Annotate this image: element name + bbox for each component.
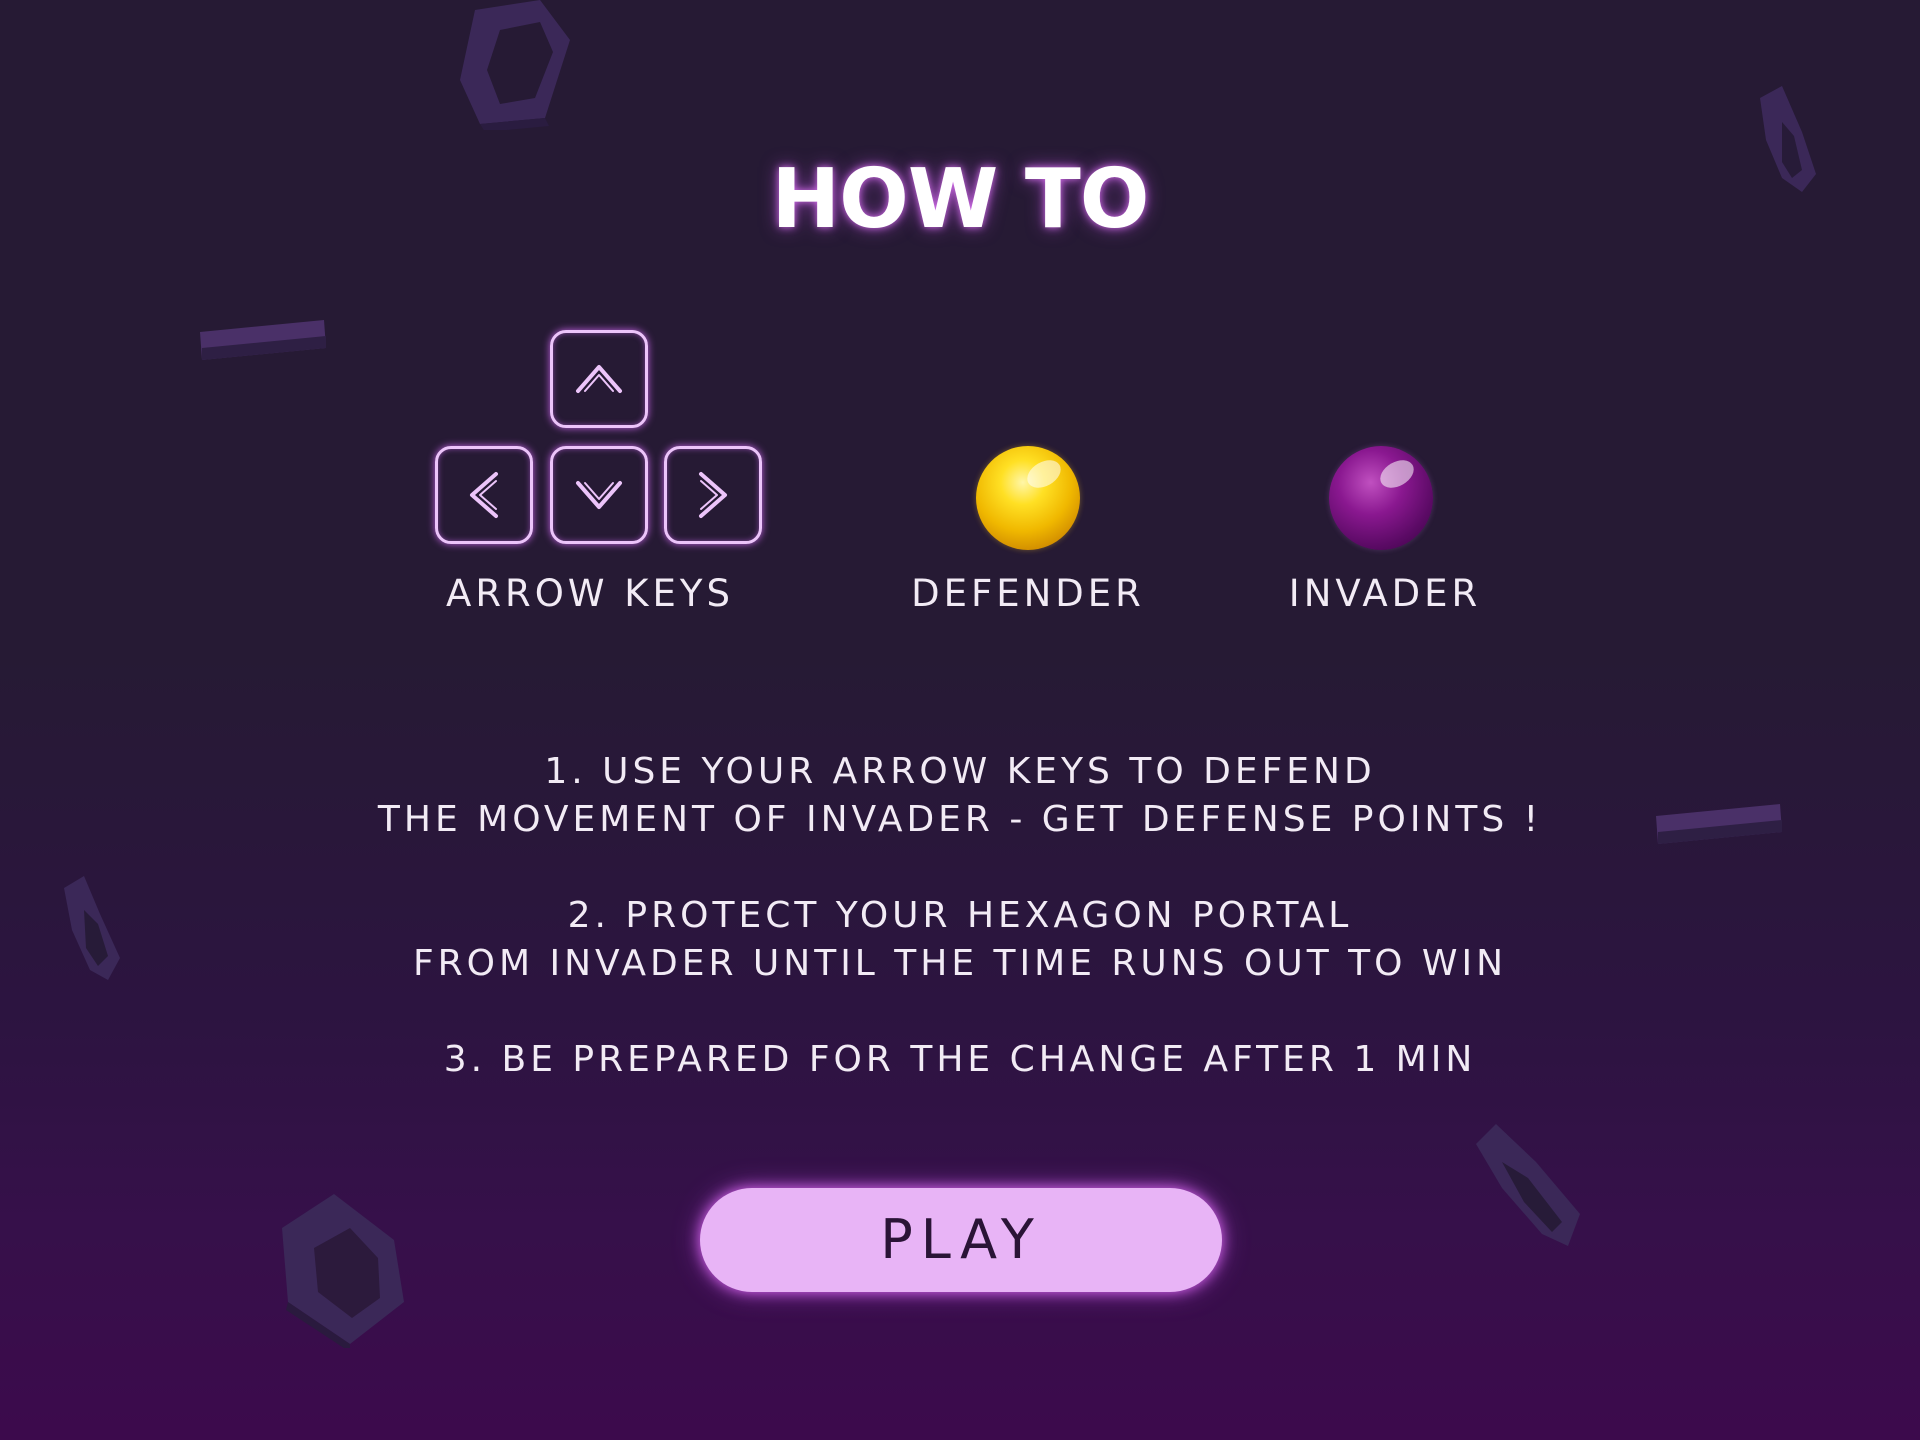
instruction-3: 3. BE PREPARED FOR THE CHANGE AFTER 1 MI…	[0, 1036, 1920, 1084]
instruction-1-line-1: 1. USE YOUR ARROW KEYS TO DEFEND	[544, 751, 1376, 792]
arrow-left-key	[435, 446, 533, 544]
hexagon-shard-bottom-left	[282, 1194, 404, 1348]
chevron-right-icon	[699, 472, 727, 518]
chevron-up-icon	[576, 365, 622, 393]
arrow-up-key	[550, 330, 648, 428]
arrow-right-key	[664, 446, 762, 544]
invader-label: INVADER	[1288, 572, 1482, 615]
instruction-2-line-1: 2. PROTECT YOUR HEXAGON PORTAL	[567, 895, 1353, 936]
instruction-3-line-1: 3. BE PREPARED FOR THE CHANGE AFTER 1 MI…	[443, 1039, 1477, 1080]
hexagon-shard-bottom-right	[1476, 1124, 1580, 1246]
arrow-keys-label: ARROW KEYS	[446, 572, 734, 615]
orb-highlight	[1375, 454, 1419, 494]
invader-orb-icon	[1329, 446, 1433, 550]
hexagon-shard-left	[200, 320, 326, 360]
chevron-left-icon	[470, 472, 498, 518]
instruction-2-line-2: FROM INVADER UNTIL THE TIME RUNS OUT TO …	[412, 943, 1508, 984]
hexagon-shard-top	[460, 0, 570, 130]
instruction-1: 1. USE YOUR ARROW KEYS TO DEFEND THE MOV…	[0, 748, 1920, 844]
chevron-down-icon	[576, 481, 622, 509]
play-button[interactable]: PLAY	[700, 1188, 1222, 1292]
page-title: HOW TO	[771, 152, 1150, 247]
instruction-1-line-2: THE MOVEMENT OF INVADER - GET DEFENSE PO…	[377, 799, 1543, 840]
instruction-2: 2. PROTECT YOUR HEXAGON PORTAL FROM INVA…	[0, 892, 1920, 988]
orb-highlight	[1022, 454, 1066, 494]
arrow-down-key	[550, 446, 648, 544]
defender-label: DEFENDER	[911, 572, 1145, 615]
instructions: 1. USE YOUR ARROW KEYS TO DEFEND THE MOV…	[0, 748, 1920, 1132]
defender-orb-icon	[976, 446, 1080, 550]
